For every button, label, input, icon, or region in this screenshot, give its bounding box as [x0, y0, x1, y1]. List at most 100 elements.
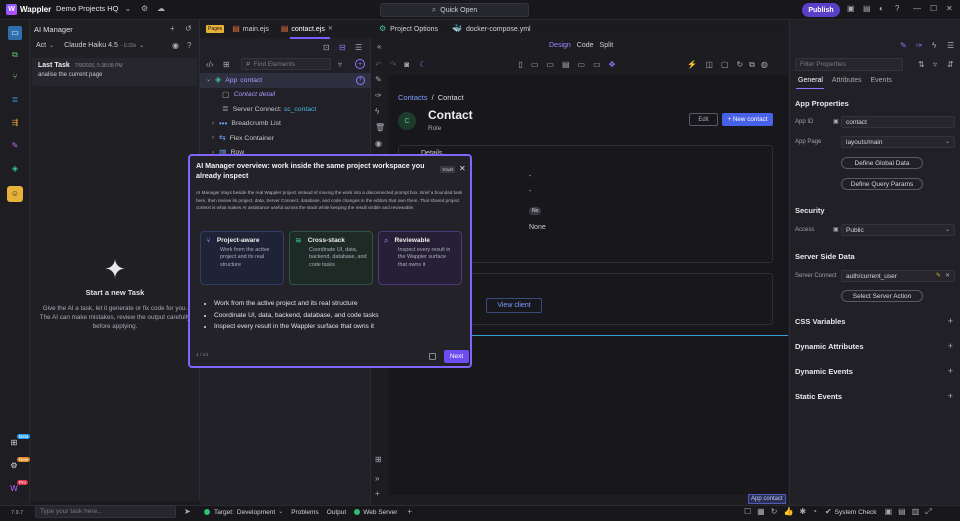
filter-icon[interactable]: ▿	[933, 61, 937, 69]
help-icon[interactable]: ?	[187, 42, 191, 50]
bell-icon[interactable]: ◔	[812, 508, 817, 516]
routes-icon[interactable]: ⇶	[8, 116, 22, 130]
tablet-land-icon[interactable]: ▭	[546, 61, 554, 69]
edit-icon[interactable]: ✎	[900, 42, 907, 50]
pages-icon[interactable]: ▭	[8, 26, 22, 40]
sidebar-icon[interactable]: ▥	[912, 508, 920, 516]
web-server-tab[interactable]: Web Server	[363, 509, 397, 516]
task-input[interactable]: Type your task here...	[35, 505, 176, 518]
layers-icon[interactable]: ◫	[705, 61, 713, 69]
close-icon[interactable]: ✕	[459, 165, 466, 173]
database-icon[interactable]: ≣	[8, 93, 22, 107]
ai-robot-icon[interactable]: ☺	[7, 186, 23, 202]
tree-item-app[interactable]: ⌄ ◈ App contact +	[200, 73, 371, 88]
tab-contact-ejs[interactable]: contact.ejs	[291, 26, 324, 33]
panel-icon[interactable]: ▤	[898, 508, 906, 516]
gear-icon[interactable]: ⚙	[141, 5, 148, 13]
clear-icon[interactable]: ✕	[945, 273, 950, 279]
redo-icon[interactable]: ↷	[390, 61, 397, 69]
grid-icon[interactable]: ⊞	[375, 456, 382, 464]
tree-item-contact-detail[interactable]: ▢ Contact detail	[200, 88, 371, 103]
breadcrumb-contacts[interactable]: Contacts	[398, 93, 428, 102]
moon-icon[interactable]: ☾	[419, 61, 426, 69]
add-icon[interactable]: +	[170, 25, 175, 33]
checkbox-icon[interactable]	[429, 353, 436, 360]
desktop-icon[interactable]: ▭	[578, 61, 586, 69]
window-icon[interactable]: ⧉	[749, 61, 755, 69]
pencil-icon[interactable]: ✎	[936, 273, 941, 279]
layers-icon[interactable]: ◈	[8, 162, 22, 176]
component-icon[interactable]: ⊡	[323, 44, 330, 52]
history-icon[interactable]: ↺	[185, 25, 192, 33]
wide-icon[interactable]: ▭	[593, 61, 601, 69]
pages-tab-badge[interactable]: Pages	[206, 25, 225, 33]
next-button[interactable]: Next	[444, 350, 469, 363]
dynamic-events-section[interactable]: Dynamic Events +	[795, 367, 953, 377]
user-icon[interactable]: ◉	[172, 42, 179, 50]
close-icon[interactable]: ✕	[328, 26, 333, 32]
refresh-icon[interactable]: ↻	[736, 61, 743, 69]
server-connect-input[interactable]: auth/current_user ✎ ✕	[841, 270, 955, 282]
static-events-section[interactable]: Static Events +	[795, 392, 953, 402]
layout-icon[interactable]: ▣	[885, 508, 893, 516]
define-global-data-button[interactable]: Define Global Data	[841, 157, 923, 169]
edit-button[interactable]: Edit	[689, 113, 718, 126]
move-icon[interactable]: ✥	[609, 61, 616, 69]
last-task-card[interactable]: Last Task 7/9/2026, 5:38:08 PM analise t…	[32, 58, 198, 86]
design-view-button[interactable]: Design	[549, 42, 571, 49]
bolt-icon[interactable]: ϟ	[932, 42, 936, 50]
problems-tab[interactable]: Problems	[291, 509, 318, 516]
pen-icon[interactable]: ✎	[375, 76, 382, 84]
bug-icon[interactable]: ✱	[799, 508, 806, 516]
publish-button[interactable]: Publish	[802, 3, 840, 17]
design-icon[interactable]: ✎	[8, 139, 22, 153]
target-select[interactable]: Development	[237, 509, 275, 516]
grid-icon[interactable]: ▦	[757, 508, 765, 516]
code-icon[interactable]: ‹/›	[206, 61, 214, 69]
bolt-icon[interactable]: ϟ	[375, 108, 379, 116]
add-icon[interactable]: +	[356, 75, 365, 85]
tab-docker-compose[interactable]: docker-compose.yml	[466, 26, 531, 33]
send-icon[interactable]: ➤	[184, 508, 191, 516]
help-icon[interactable]: ?	[895, 5, 899, 13]
model-select[interactable]: Claude Haiku 4.5	[64, 42, 118, 49]
tab-events[interactable]: Events	[870, 77, 891, 84]
brush-icon[interactable]: ✑	[916, 42, 923, 50]
layout-icon[interactable]: ▣	[847, 5, 855, 13]
new-contact-button[interactable]: + New contact	[722, 113, 773, 126]
fullscreen-icon[interactable]: ⤢	[925, 508, 931, 516]
camera-icon[interactable]: ◙	[404, 61, 409, 69]
tree-item-server-connect[interactable]: ≣ Server Connect: sc_contact	[200, 102, 371, 117]
project-selector[interactable]: Demo Projects HQ ⌄	[56, 4, 131, 13]
minimize-icon[interactable]: —	[913, 5, 921, 13]
laptop-icon[interactable]: ▤	[562, 61, 570, 69]
tree-item-flex-container[interactable]: › ⇆ Flex Container	[200, 131, 371, 146]
sort-icon[interactable]: ⇅	[918, 61, 925, 69]
style-icon[interactable]: ✑	[375, 92, 382, 100]
workflow-icon[interactable]: ⧉	[8, 48, 22, 62]
css-variables-section[interactable]: CSS Variables +	[795, 317, 953, 327]
mode-select[interactable]: Act	[36, 42, 46, 49]
app-id-input[interactable]: contact	[841, 116, 955, 128]
lists-icon[interactable]: ☰	[947, 42, 954, 50]
mobile-icon[interactable]: ▯	[518, 61, 522, 69]
box-icon[interactable]: ▢	[721, 61, 729, 69]
code-view-button[interactable]: Code	[577, 42, 594, 49]
eye-icon[interactable]: ◉	[375, 140, 382, 148]
plus-icon[interactable]: +	[407, 508, 412, 516]
system-check[interactable]: System Check	[835, 509, 877, 516]
trash-icon[interactable]: 🗑	[375, 124, 385, 132]
select-server-action-button[interactable]: Select Server Action	[841, 290, 923, 302]
tab-general[interactable]: General	[798, 77, 823, 84]
list-icon[interactable]: ☰	[355, 44, 362, 52]
filter-properties-input[interactable]: Filter Properties	[795, 58, 903, 71]
expand-icon[interactable]: ⇵	[947, 61, 954, 69]
magic-icon[interactable]: ⚡	[687, 61, 697, 69]
tab-project-options[interactable]: Project Options	[390, 26, 438, 33]
expand-icon[interactable]: »	[375, 475, 379, 483]
output-tab[interactable]: Output	[327, 509, 347, 516]
view-client-button[interactable]: View client	[486, 298, 542, 313]
plus-icon[interactable]: +	[375, 490, 380, 498]
find-elements-input[interactable]: ⌕ Find Elements	[241, 58, 331, 70]
add-element-icon[interactable]: +	[355, 59, 365, 69]
